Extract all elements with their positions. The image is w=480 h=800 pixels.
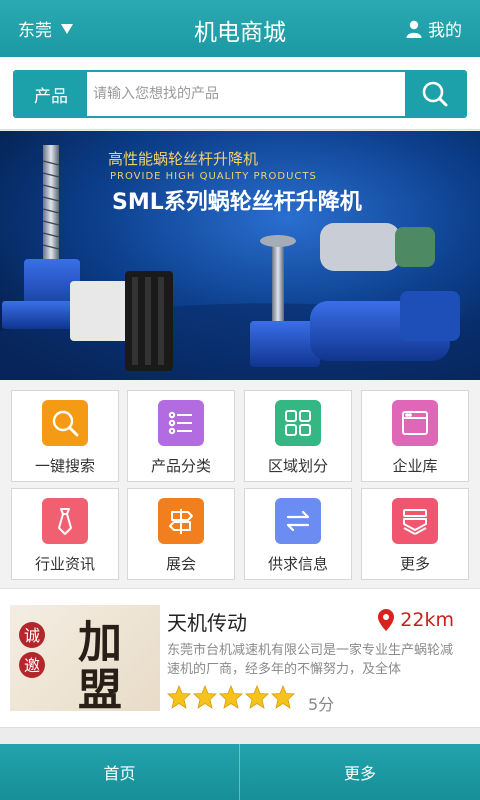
bottom-tab-bar: 首页 更多 <box>0 744 480 800</box>
tile-exhibition[interactable]: 展会 <box>127 488 235 580</box>
banner-line2: PROVIDE HIGH QUALITY PRODUCTS <box>110 171 317 182</box>
search-button[interactable] <box>405 72 465 116</box>
svg-text:诚: 诚 <box>24 626 40 645</box>
business-thumbnail: 诚 邀 加 盟 <box>10 605 160 711</box>
rating-score: 5分 <box>308 695 335 714</box>
tab-home[interactable]: 首页 <box>0 744 240 800</box>
tile-label: 一键搜索 <box>34 457 95 475</box>
tab-more[interactable]: 更多 <box>240 744 480 800</box>
my-account-button[interactable]: 我的 <box>406 16 462 41</box>
svg-text:盟: 盟 <box>78 665 122 711</box>
browser-window-icon <box>392 400 438 446</box>
my-account-label: 我的 <box>428 21 462 41</box>
tile-label: 区域划分 <box>267 457 328 475</box>
distance-badge: 22km <box>378 609 454 631</box>
banner-line1: 高性能蜗轮丝杆升降机 <box>108 150 258 168</box>
star-icon <box>193 685 217 709</box>
grid-icon <box>275 400 321 446</box>
location-pin-icon <box>378 609 395 631</box>
tile-label: 行业资讯 <box>34 555 95 573</box>
tile-label: 企业库 <box>392 457 438 475</box>
tile-company-library[interactable]: 企业库 <box>361 390 469 482</box>
app-header: 东莞 机电商城 我的 <box>0 0 480 57</box>
tile-label: 产品分类 <box>150 457 211 475</box>
star-icon <box>245 685 269 709</box>
search-input[interactable] <box>87 72 405 116</box>
star-icon <box>271 685 295 709</box>
promo-banner[interactable]: 高性能蜗轮丝杆升降机 PROVIDE HIGH QUALITY PRODUCTS… <box>0 131 480 380</box>
tile-quick-search[interactable]: 一键搜索 <box>11 390 119 482</box>
business-list-item[interactable]: 诚 邀 加 盟 天机传动 22km 东莞市台机减速机有限公司是一家专业生产蜗轮减… <box>0 588 480 728</box>
tile-product-category[interactable]: 产品分类 <box>127 390 235 482</box>
rating-stars <box>167 685 295 709</box>
svg-text:加: 加 <box>78 617 122 668</box>
function-grid: 一键搜索 产品分类 区域划分 企业库 行业资讯 展会 供求信息 更多 <box>0 380 480 588</box>
tile-label: 更多 <box>399 555 430 573</box>
search-bar: 产品 <box>13 70 467 118</box>
exchange-arrows-icon <box>275 498 321 544</box>
tile-industry-news[interactable]: 行业资讯 <box>11 488 119 580</box>
necktie-icon <box>42 498 88 544</box>
banner-image: 高性能蜗轮丝杆升降机 PROVIDE HIGH QUALITY PRODUCTS… <box>0 131 480 380</box>
tile-label: 展会 <box>165 555 196 573</box>
svg-text:邀: 邀 <box>24 656 40 675</box>
list-icon <box>158 400 204 446</box>
tile-more[interactable]: 更多 <box>361 488 469 580</box>
distance-value: 22km <box>400 609 454 631</box>
search-icon <box>422 81 448 107</box>
star-icon <box>219 685 243 709</box>
search-icon <box>42 400 88 446</box>
tile-label: 供求信息 <box>267 555 328 573</box>
search-category-button[interactable]: 产品 <box>15 72 87 116</box>
tile-supply-demand[interactable]: 供求信息 <box>244 488 352 580</box>
business-name: 天机传动 <box>167 611 247 635</box>
signpost-icon <box>158 498 204 544</box>
tile-region[interactable]: 区域划分 <box>244 390 352 482</box>
banner-line3: SML系列蜗轮丝杆升降机 <box>112 189 362 215</box>
search-section: 产品 <box>0 57 480 130</box>
user-icon <box>406 20 422 38</box>
star-icon <box>167 685 191 709</box>
business-description: 东莞市台机减速机有限公司是一家专业生产蜗轮减速机的厂商，经多年的不懈努力，及全体 <box>167 643 454 677</box>
stacked-layers-icon <box>392 498 438 544</box>
